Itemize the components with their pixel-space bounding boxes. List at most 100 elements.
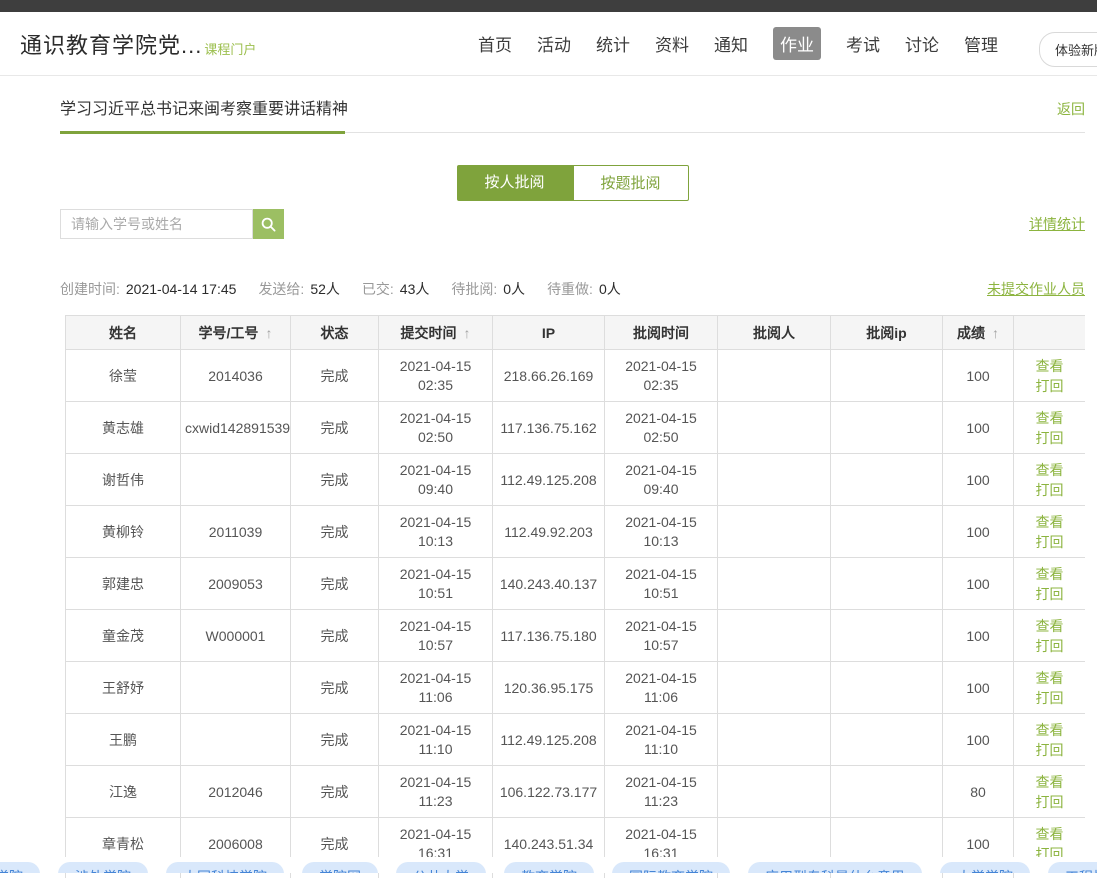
nav-item[interactable]: 首页 — [478, 31, 512, 56]
time-line: 11:23 — [609, 792, 713, 811]
nav-item[interactable]: 讨论 — [905, 31, 939, 56]
column-header[interactable]: 学号/工号↑ — [181, 316, 291, 350]
time-line: 2021-04-15 — [383, 513, 488, 532]
view-link[interactable]: 查看 — [1018, 824, 1081, 844]
review-ip-cell — [831, 610, 943, 662]
try-new-version-button[interactable]: 体验新版 — [1039, 32, 1097, 67]
related-link-chip[interactable]: 工程技术 — [1048, 862, 1097, 873]
view-link[interactable]: 查看 — [1018, 772, 1081, 792]
time-cell: 2021-04-1511:23 — [605, 766, 718, 818]
nav-item[interactable]: 活动 — [537, 31, 571, 56]
column-header[interactable]: 成绩↑ — [943, 316, 1014, 350]
meta-label: 发送给: — [258, 281, 304, 297]
related-link-chip[interactable]: 学院网 — [302, 862, 378, 873]
status-cell: 完成 — [291, 610, 379, 662]
reject-link[interactable]: 打回 — [1018, 584, 1081, 604]
column-header: 批阅时间 — [605, 316, 718, 350]
column-header: 批阅人 — [718, 316, 831, 350]
table-header-row: 姓名学号/工号↑状态提交时间↑IP批阅时间批阅人批阅ip成绩↑ — [66, 316, 1086, 350]
reject-link[interactable]: 打回 — [1018, 740, 1081, 760]
time-cell: 2021-04-1511:10 — [379, 714, 493, 766]
time-cell: 2021-04-1511:23 — [379, 766, 493, 818]
score-cell: 100 — [943, 662, 1014, 714]
view-link[interactable]: 查看 — [1018, 512, 1081, 532]
time-line: 2021-04-15 — [609, 357, 713, 376]
course-title: 通识教育学院党... — [20, 28, 202, 60]
related-link-chip[interactable]: 教育学院 — [504, 862, 594, 873]
reject-link[interactable]: 打回 — [1018, 636, 1081, 656]
bottom-links-bar: 学院 涉外学院 大同科技学院 学院网 公共大学 教育学院 国际教育学院 应用型专科是什么意思 大… — [0, 857, 1097, 873]
view-link[interactable]: 查看 — [1018, 460, 1081, 480]
student-name-cell: 徐莹 — [66, 350, 181, 402]
reviewer-cell — [718, 714, 831, 766]
nav-item[interactable]: 资料 — [655, 31, 689, 56]
tab-review-by-person[interactable]: 按人批阅 — [457, 165, 573, 201]
view-link[interactable]: 查看 — [1018, 720, 1081, 740]
related-link-chip[interactable]: 公共大学 — [396, 862, 486, 873]
reject-link[interactable]: 打回 — [1018, 428, 1081, 448]
table-row: 谢哲伟完成2021-04-1509:40112.49.125.2082021-0… — [66, 454, 1086, 506]
assignment-title-row: 学习习近平总书记来闽考察重要讲话精神 返回 — [60, 95, 1085, 133]
view-link[interactable]: 查看 — [1018, 616, 1081, 636]
student-name-cell: 童金茂 — [66, 610, 181, 662]
score-cell: 100 — [943, 454, 1014, 506]
student-name-cell: 黄柳铃 — [66, 506, 181, 558]
view-link[interactable]: 查看 — [1018, 356, 1081, 376]
time-line: 2021-04-15 — [609, 409, 713, 428]
column-header[interactable]: 提交时间↑ — [379, 316, 493, 350]
related-link-chip[interactable]: 国际教育学院 — [612, 862, 730, 873]
time-cell: 2021-04-1510:51 — [379, 558, 493, 610]
ip-cell: 117.136.75.162 — [493, 402, 605, 454]
actions-cell: 查看打回 — [1014, 714, 1086, 766]
unsubmitted-students-link[interactable]: 未提交作业人员 — [987, 279, 1085, 299]
related-link-chip[interactable]: 大学学院 — [940, 862, 1030, 873]
score-cell: 100 — [943, 350, 1014, 402]
related-link-chip[interactable]: 涉外学院 — [58, 862, 148, 873]
view-link[interactable]: 查看 — [1018, 564, 1081, 584]
time-line: 11:10 — [383, 740, 488, 759]
time-line: 2021-04-15 — [609, 721, 713, 740]
reject-link[interactable]: 打回 — [1018, 376, 1081, 396]
nav-item[interactable]: 管理 — [964, 31, 998, 56]
status-cell: 完成 — [291, 402, 379, 454]
reject-link[interactable]: 打回 — [1018, 532, 1081, 552]
actions-cell: 查看打回 — [1014, 506, 1086, 558]
student-id-cell — [181, 714, 291, 766]
view-link[interactable]: 查看 — [1018, 668, 1081, 688]
time-line: 10:57 — [609, 636, 713, 655]
ip-cell: 140.243.40.137 — [493, 558, 605, 610]
sort-asc-icon[interactable]: ↑ — [265, 325, 272, 341]
sort-asc-icon[interactable]: ↑ — [464, 325, 471, 341]
sort-asc-icon[interactable]: ↑ — [992, 325, 999, 341]
score-cell: 100 — [943, 714, 1014, 766]
table-row: 徐莹2014036完成2021-04-1502:35218.66.26.1692… — [66, 350, 1086, 402]
related-links: 学院 涉外学院 大同科技学院 学院网 公共大学 教育学院 国际教育学院 应用型专科是什么意思 大… — [0, 862, 1097, 873]
review-ip-cell — [831, 454, 943, 506]
related-link-chip[interactable]: 学院 — [0, 862, 40, 873]
search-button[interactable] — [253, 209, 284, 239]
nav-item[interactable]: 通知 — [714, 31, 748, 56]
detail-statistics-link[interactable]: 详情统计 — [1029, 214, 1085, 234]
review-ip-cell — [831, 714, 943, 766]
time-line: 02:50 — [609, 428, 713, 447]
meta-value: 0人 — [599, 281, 621, 297]
nav-item[interactable]: 考试 — [846, 31, 880, 56]
assignment-meta: 创建时间:2021-04-14 17:45发送给:52人已交:43人待批阅:0人… — [60, 279, 643, 299]
back-link[interactable]: 返回 — [1057, 99, 1085, 119]
tab-review-by-question[interactable]: 按题批阅 — [573, 165, 689, 201]
ip-cell: 112.49.125.208 — [493, 714, 605, 766]
related-link-chip[interactable]: 应用型专科是什么意思 — [748, 862, 922, 873]
browser-top-strip — [0, 0, 1097, 12]
view-link[interactable]: 查看 — [1018, 408, 1081, 428]
reject-link[interactable]: 打回 — [1018, 480, 1081, 500]
nav-item[interactable]: 统计 — [596, 31, 630, 56]
reviewer-cell — [718, 402, 831, 454]
reject-link[interactable]: 打回 — [1018, 688, 1081, 708]
ip-cell: 218.66.26.169 — [493, 350, 605, 402]
nav-item[interactable]: 作业 — [773, 27, 821, 60]
search-input[interactable] — [60, 209, 253, 239]
meta-value: 43人 — [400, 281, 430, 297]
related-link-chip[interactable]: 大同科技学院 — [166, 862, 284, 873]
reject-link[interactable]: 打回 — [1018, 792, 1081, 812]
student-id-cell — [181, 662, 291, 714]
